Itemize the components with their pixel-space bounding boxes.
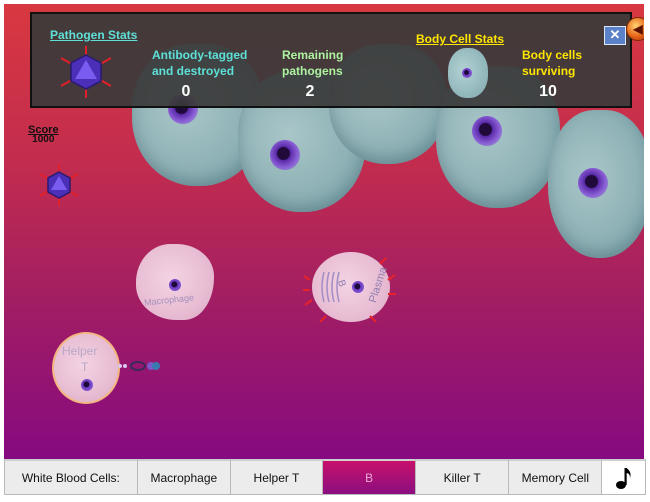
score-display: Score 1000: [28, 124, 59, 145]
macrophage-label: Macrophage: [143, 292, 195, 308]
close-x-icon: ✕: [609, 27, 621, 42]
body-cell-icon-nucleus: [462, 68, 472, 78]
killer-t-button-label: Killer T: [443, 470, 481, 485]
body-cell: [548, 110, 644, 258]
killer-t-button[interactable]: Killer T: [415, 459, 510, 495]
white-blood-cells-text: White Blood Cells:: [21, 470, 120, 485]
macrophage-button[interactable]: Macrophage: [136, 459, 231, 495]
body-cell-nucleus: [578, 168, 608, 198]
b-cell-button[interactable]: B: [322, 459, 417, 495]
back-arrow-button[interactable]: ◀: [626, 17, 644, 41]
tagged-value: 0: [181, 83, 191, 100]
helper-t-button-label: Helper T: [253, 470, 300, 485]
music-toggle-button[interactable]: [601, 459, 646, 495]
back-arrow-icon: ◀: [633, 22, 643, 36]
stats-panel: Pathogen Stats Antibody-tagged and destr…: [30, 12, 632, 108]
pathogen-stats-virus-icon: [60, 46, 112, 98]
pathogen-virus-icon[interactable]: [36, 162, 82, 208]
helper-label-line1: Helper: [62, 344, 98, 358]
cell-selection-toolbar: White Blood Cells: Macrophage Helper T B…: [4, 459, 646, 495]
memory-cell-button[interactable]: Memory Cell: [508, 459, 603, 495]
pathogen-stats-title: Pathogen Stats: [50, 28, 138, 42]
plasma-antibody-spikes: [303, 257, 396, 323]
helper-t-nucleus: [81, 379, 93, 391]
remaining-label-line1: Remaining: [282, 48, 344, 62]
score-value: 1000: [32, 134, 55, 145]
helper-t-cell[interactable]: Helper T: [52, 332, 120, 404]
body-cell-nucleus: [472, 116, 502, 146]
memory-cell-button-label: Memory Cell: [521, 470, 589, 485]
white-blood-cells-label: White Blood Cells:: [4, 459, 138, 495]
remaining-value: 2: [305, 83, 315, 100]
helper-t-button[interactable]: Helper T: [229, 459, 324, 495]
game-stage[interactable]: Macrophage B Plasma Helper T Score 1000 …: [4, 4, 644, 459]
body-cell-stats-icon: [448, 48, 488, 98]
surviving-label-line1: Body cells: [522, 48, 583, 62]
macrophage-nucleus: [169, 279, 181, 291]
macrophage-cell[interactable]: Macrophage: [136, 244, 214, 320]
body-cell-nucleus: [270, 140, 300, 170]
surviving-label-line2: surviving: [522, 64, 576, 78]
cytokine-signal-icon: [118, 361, 160, 371]
remaining-label-line2: pathogens: [282, 64, 343, 78]
surviving-value: 10: [539, 83, 557, 100]
macrophage-button-label: Macrophage: [150, 470, 218, 485]
tagged-label-line1: Antibody-tagged: [152, 48, 248, 62]
helper-label-line2: T: [81, 360, 89, 374]
tagged-label-line2: and destroyed: [152, 64, 235, 78]
close-stats-button[interactable]: ✕: [604, 26, 626, 45]
body-cell-stats-title: Body Cell Stats: [416, 32, 505, 46]
b-cell-button-label: B: [365, 470, 374, 485]
music-note-icon: [615, 467, 631, 489]
